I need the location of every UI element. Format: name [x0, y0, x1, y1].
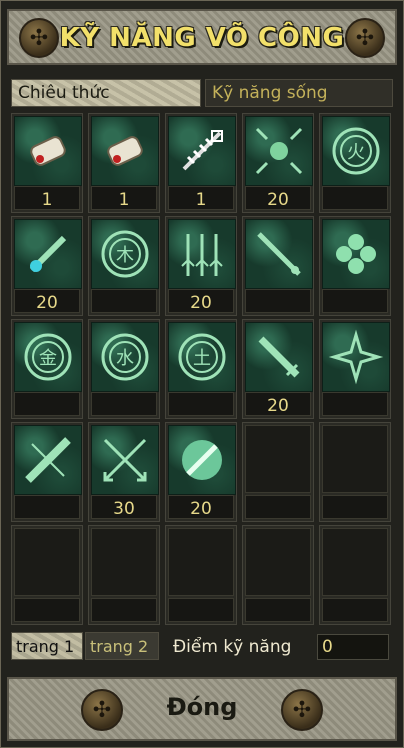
skill-slot[interactable]: 水	[88, 319, 160, 419]
empty-icon-box	[91, 528, 157, 596]
close-bar: ✣ Đóng ✣	[7, 677, 397, 741]
close-button[interactable]: Đóng	[9, 693, 395, 721]
level-box	[322, 495, 388, 519]
skill-grid: 1 1 1 20 火 20 木 20 金 水 土 20 30 20	[11, 113, 395, 625]
skill-slot[interactable]: 土	[165, 319, 237, 419]
water-rune-icon[interactable]: 水	[91, 322, 159, 392]
level-box	[14, 495, 80, 519]
skill-window: ✣ KỸ NĂNG VÕ CÔNG ✣ Chiêu thức Kỹ năng s…	[0, 0, 404, 748]
skill-level: 20	[267, 396, 289, 416]
skill-points-label: Điểm kỹ năng	[173, 637, 292, 657]
skill-slot[interactable]: 20	[165, 216, 237, 316]
skill-slot[interactable]: 木	[88, 216, 160, 316]
skill-slot[interactable]	[319, 216, 391, 316]
diagonal-blade-icon[interactable]	[245, 219, 313, 289]
skill-slot[interactable]: 火	[319, 113, 391, 213]
skill-slot[interactable]	[242, 216, 314, 316]
window-title: KỸ NĂNG VÕ CÔNG	[59, 23, 345, 53]
skill-slot[interactable]: 20	[11, 216, 83, 316]
medallion-icon: ✣	[281, 689, 323, 731]
level-box	[322, 186, 388, 210]
empty-skill-slot	[165, 525, 237, 625]
serrated-blade-icon[interactable]	[14, 425, 82, 495]
level-box	[168, 392, 234, 416]
level-box	[245, 495, 311, 519]
empty-icon-box	[14, 528, 80, 596]
svg-text:金: 金	[39, 348, 57, 369]
skill-level: 20	[190, 293, 212, 313]
earth-rune-icon[interactable]: 土	[168, 322, 236, 392]
skill-slot[interactable]: 1	[165, 113, 237, 213]
empty-icon-box	[245, 425, 311, 493]
empty-icon-box	[245, 528, 311, 596]
spiked-chain-icon[interactable]	[168, 116, 236, 186]
tab-chieu-thuc[interactable]: Chiêu thức	[11, 79, 201, 107]
level-box	[245, 598, 311, 622]
skill-level: 1	[118, 190, 130, 210]
tab-ky-nang-song[interactable]: Kỹ năng sống	[205, 79, 393, 107]
skill-slot[interactable]: 金	[11, 319, 83, 419]
empty-skill-slot	[242, 525, 314, 625]
page-1-button[interactable]: trang 1	[11, 632, 83, 660]
skill-slot[interactable]	[11, 422, 83, 522]
svg-text:土: 土	[193, 348, 211, 369]
skill-slot[interactable]: 20	[242, 319, 314, 419]
shuriken-icon[interactable]	[322, 322, 390, 392]
burst-arrows-icon[interactable]	[245, 116, 313, 186]
level-box	[91, 392, 157, 416]
metal-rune-icon[interactable]: 金	[14, 322, 82, 392]
skill-slot[interactable]	[319, 319, 391, 419]
fire-rune-icon[interactable]: 火	[322, 116, 390, 186]
skill-level: 30	[113, 499, 135, 519]
empty-skill-slot	[319, 525, 391, 625]
level-box	[322, 392, 388, 416]
empty-icon-box	[322, 528, 388, 596]
clover-orbs-icon[interactable]	[322, 219, 390, 289]
level-box	[245, 289, 311, 313]
scroll-icon[interactable]	[91, 116, 159, 186]
scroll-icon[interactable]	[14, 116, 82, 186]
skill-level: 1	[41, 190, 53, 210]
empty-skill-slot	[319, 422, 391, 522]
skill-slot[interactable]: 20	[165, 422, 237, 522]
empty-skill-slot	[88, 525, 160, 625]
triple-arrows-icon[interactable]	[168, 219, 236, 289]
tab-bar: Chiêu thức Kỹ năng sống	[11, 79, 393, 107]
skill-level: 1	[195, 190, 207, 210]
level-box	[91, 598, 157, 622]
broadsword-icon[interactable]	[245, 322, 313, 392]
wood-rune-icon[interactable]: 木	[91, 219, 159, 289]
svg-text:火: 火	[347, 142, 365, 163]
spinning-blade-icon[interactable]	[168, 425, 236, 495]
page-2-button[interactable]: trang 2	[85, 632, 159, 660]
skill-slot[interactable]: 20	[242, 113, 314, 213]
glowing-sword-icon[interactable]	[14, 219, 82, 289]
empty-skill-slot	[11, 525, 83, 625]
level-box	[322, 289, 388, 313]
skill-level: 20	[36, 293, 58, 313]
skill-slot[interactable]: 1	[11, 113, 83, 213]
medallion-icon: ✣	[345, 18, 385, 58]
svg-text:木: 木	[116, 245, 134, 266]
page-bar: trang 1 trang 2 Điểm kỹ năng 0	[11, 629, 393, 663]
skill-slot[interactable]: 30	[88, 422, 160, 522]
crossed-arrows-icon[interactable]	[91, 425, 159, 495]
level-box	[14, 598, 80, 622]
empty-skill-slot	[242, 422, 314, 522]
skill-points-value: 0	[317, 634, 389, 660]
skill-level: 20	[267, 190, 289, 210]
skill-level: 20	[190, 499, 212, 519]
svg-text:水: 水	[116, 348, 134, 369]
empty-icon-box	[322, 425, 388, 493]
title-bar: ✣ KỸ NĂNG VÕ CÔNG ✣	[7, 9, 397, 65]
level-box	[91, 289, 157, 313]
empty-icon-box	[168, 528, 234, 596]
level-box	[168, 598, 234, 622]
level-box	[14, 392, 80, 416]
skill-slot[interactable]: 1	[88, 113, 160, 213]
level-box	[322, 598, 388, 622]
